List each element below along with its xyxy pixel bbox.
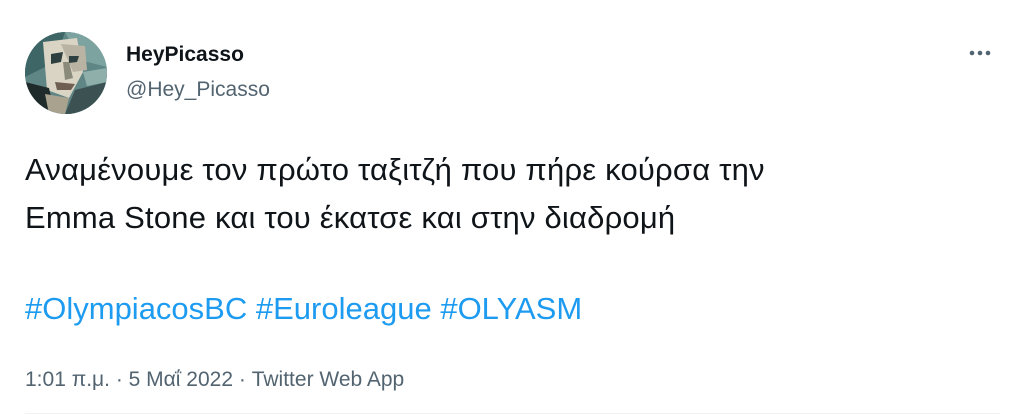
hashtag-row: #OlympiacosBC #Euroleague #OLYASM [25, 285, 582, 333]
author-display-name[interactable]: HeyPicasso [126, 42, 270, 68]
author-info: HeyPicasso @Hey_Picasso [126, 42, 270, 103]
more-horizontal-icon [969, 50, 991, 56]
tweet-source[interactable]: Twitter Web App [252, 368, 405, 391]
tweet-text: Αναμένουμε τον πρώτο ταξιτζή που πήρε κο… [25, 146, 1005, 242]
tweet-metadata: 1:01 π.μ. · 5 Μαΐ 2022 · Twitter Web App [25, 366, 404, 394]
hashtag-link[interactable]: #OlympiacosBC [25, 291, 247, 326]
meta-separator: · [238, 368, 246, 391]
tweet-date[interactable]: 5 Μαΐ 2022 [129, 368, 233, 391]
hashtag-link[interactable]: #Euroleague [256, 291, 432, 326]
divider [25, 413, 1000, 414]
more-options-button[interactable] [960, 38, 1000, 68]
picasso-portrait-avatar-icon [25, 32, 107, 114]
tweet-text-line: Emma Stone και του έκατσε και στην διαδρ… [25, 200, 676, 235]
author-handle[interactable]: @Hey_Picasso [126, 77, 270, 103]
tweet-card: HeyPicasso @Hey_Picasso Αναμένουμε τον π… [0, 0, 1024, 418]
hashtag-link[interactable]: #OLYASM [440, 291, 582, 326]
meta-separator: · [115, 368, 123, 391]
tweet-text-line: Αναμένουμε τον πρώτο ταξιτζή που πήρε κο… [25, 152, 765, 187]
author-avatar[interactable] [25, 32, 107, 114]
tweet-time[interactable]: 1:01 π.μ. [25, 368, 110, 391]
